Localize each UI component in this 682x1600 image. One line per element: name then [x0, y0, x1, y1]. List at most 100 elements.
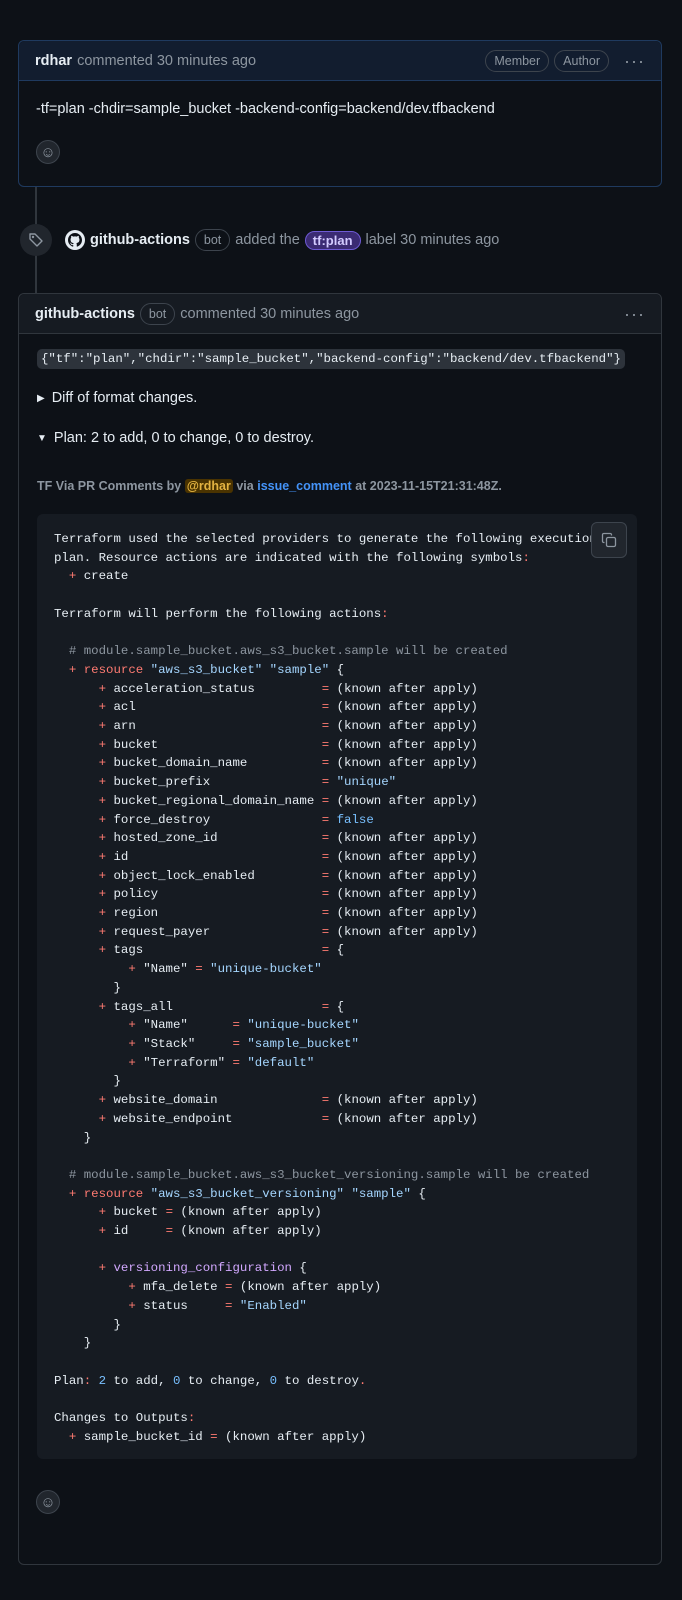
details-summary: Plan: 2 to add, 0 to change, 0 to destro… [53, 430, 315, 446]
code-token: region [106, 906, 322, 921]
code-token: (known after apply) [329, 924, 478, 939]
comment-menu-button[interactable]: ··· [624, 305, 645, 323]
event-actor-link[interactable]: github-actions [90, 232, 190, 248]
comment-menu-button[interactable]: ··· [624, 52, 645, 70]
code-token: request_payer [106, 924, 322, 939]
add-reaction-button[interactable]: ☺ [36, 1490, 60, 1514]
code-token: + [98, 1205, 107, 1220]
code-token: tags [106, 943, 322, 958]
code-token: (known after apply) [329, 868, 478, 883]
code-token: bucket [106, 737, 322, 752]
code-token: + [98, 868, 107, 883]
code-token: { [329, 943, 345, 958]
details-plan[interactable]: ▼ Plan: 2 to add, 0 to change, 0 to dest… [37, 430, 314, 446]
code-token: + [98, 1261, 107, 1276]
code-token: + [98, 719, 107, 734]
code-line: Terraform used the selected providers to… [54, 530, 637, 549]
code-token: force_destroy [106, 812, 322, 827]
add-reaction-button[interactable]: ☺ [36, 140, 60, 164]
comment-header: rdhar commented 30 minutes ago Member Au… [19, 41, 661, 81]
code-token: versioning_configuration [113, 1261, 292, 1276]
code-token: object_lock_enabled [106, 868, 322, 883]
comment-timestamp[interactable]: commented 30 minutes ago [77, 53, 256, 69]
code-line: ​ [54, 1353, 637, 1372]
user-mention-link[interactable]: @rdhar [184, 479, 233, 493]
code-token: website_domain [106, 1093, 322, 1108]
code-token: (known after apply) [173, 1224, 322, 1239]
code-token: 2 [98, 1373, 107, 1388]
code-token: + [98, 943, 107, 958]
comment-author-link[interactable]: rdhar [35, 53, 72, 69]
triangle-right-icon: ▶ [37, 392, 45, 404]
code-token: + [128, 1280, 136, 1295]
code-token: bucket_prefix [106, 775, 322, 790]
comment-author-link[interactable]: github-actions [35, 306, 135, 322]
timeline-connector [35, 256, 37, 293]
code-token: Terraform used the selected providers to… [54, 532, 597, 546]
code-line: + website_domain = (known after apply) [54, 1091, 637, 1110]
github-logo-icon[interactable] [65, 230, 85, 250]
comment-header: github-actions bot commented 30 minutes … [19, 294, 661, 334]
code-token: { [329, 999, 345, 1014]
details-format-diff[interactable]: ▶ Diff of format changes. [37, 390, 197, 406]
copy-icon [601, 532, 617, 548]
code-token: + [98, 1093, 107, 1108]
smiley-icon: ☺ [40, 1493, 56, 1511]
code-token: + [98, 681, 107, 696]
code-token: { [329, 662, 345, 677]
code-token: : [522, 550, 530, 565]
code-token: bucket [106, 1205, 166, 1220]
code-line: + request_payer = (known after apply) [54, 923, 637, 942]
code-token: + [98, 999, 107, 1014]
code-token: to add, [106, 1373, 173, 1388]
event-timestamp[interactable]: label 30 minutes ago [366, 232, 500, 248]
code-token: hosted_zone_id [106, 831, 322, 846]
code-token: tags_all [106, 999, 322, 1014]
command-json-code: {"tf":"plan","chdir":"sample_bucket","ba… [37, 349, 625, 369]
code-token: } [54, 980, 121, 995]
code-line: # module.sample_bucket.aws_s3_bucket_ver… [54, 1166, 637, 1185]
code-token: "unique-bucket" [210, 962, 322, 977]
event-action-text: added the [235, 232, 300, 248]
code-token: mfa_delete [135, 1280, 226, 1295]
code-token: "aws_s3_bucket_versioning" [150, 1186, 344, 1201]
comment-timestamp[interactable]: commented 30 minutes ago [180, 306, 359, 322]
code-token: (known after apply) [329, 737, 478, 752]
code-line: + resource "aws_s3_bucket_versioning" "s… [54, 1185, 637, 1204]
code-token: + resource [68, 1186, 144, 1201]
label-tf-plan[interactable]: tf:plan [304, 230, 361, 250]
code-line: + status = "Enabled" [54, 1297, 637, 1316]
code-token: . [358, 1373, 367, 1388]
copy-button[interactable] [591, 522, 627, 558]
code-token: + [128, 1036, 136, 1051]
code-token: bucket_regional_domain_name [106, 793, 322, 808]
code-line: + object_lock_enabled = (known after app… [54, 867, 637, 886]
code-token: 0 [269, 1373, 278, 1388]
code-line: + hosted_zone_id = (known after apply) [54, 829, 637, 848]
code-line: + "Terraform" = "default" [54, 1054, 637, 1073]
code-line: + "Stack" = "sample_bucket" [54, 1035, 637, 1054]
smiley-icon: ☺ [40, 143, 56, 161]
code-token: + [98, 737, 107, 752]
code-token: "sample" [351, 1186, 411, 1201]
code-token: (known after apply) [217, 1429, 367, 1444]
bot-badge: bot [139, 302, 176, 325]
workflow-event-link[interactable]: issue_comment [257, 479, 351, 493]
code-line: ​ [54, 1147, 637, 1166]
code-line: + versioning_configuration { [54, 1259, 637, 1278]
code-line: ​ [54, 1390, 637, 1409]
code-line: + acl = (known after apply) [54, 698, 637, 717]
plan-output: Terraform used the selected providers to… [54, 530, 637, 1446]
code-token: { [291, 1261, 307, 1276]
